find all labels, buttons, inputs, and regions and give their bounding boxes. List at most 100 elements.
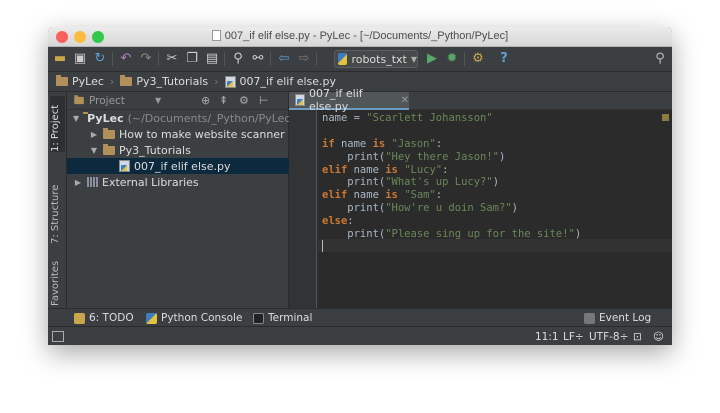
open-folder-icon[interactable]: ▬ — [52, 51, 68, 67]
code-token: : — [435, 137, 443, 150]
code-token: print( — [322, 176, 386, 189]
breadcrumb-item-project[interactable]: PyLec — [56, 75, 104, 88]
back-icon[interactable]: ⇦ — [276, 51, 292, 67]
tab-007-if-elif-else[interactable]: 007_if elif else.py ✕ — [289, 87, 409, 113]
search-icon[interactable]: ⚲ — [652, 51, 668, 67]
chevron-down-icon: ▼ — [410, 54, 417, 64]
code-token: : — [442, 163, 449, 176]
terminal-icon — [253, 312, 264, 324]
locate-icon[interactable]: ⊕ — [201, 94, 210, 107]
project-panel-header: Project ▼ ⊕ ⇞ ⚙ ⊢ — [67, 92, 288, 110]
breadcrumb-item-folder[interactable]: Py3_Tutorials — [120, 75, 208, 88]
find-icon[interactable]: ⚲ — [230, 51, 246, 67]
collapse-icon[interactable]: ⇞ — [219, 94, 228, 107]
copy-icon[interactable]: ❐ — [184, 51, 200, 67]
tree-item-folder[interactable]: ▼ Py3_Tutorials — [67, 142, 289, 158]
status-bar: 11:1 LF÷ UTF-8÷ ⊡ ☺ — [48, 326, 672, 345]
todo-button[interactable]: 6: TODO — [74, 312, 134, 324]
code-line[interactable] — [322, 125, 662, 138]
sync-icon[interactable]: ↻ — [92, 51, 108, 67]
tree-item-libraries[interactable]: ▶ External Libraries — [67, 174, 289, 190]
close-icon[interactable]: ✕ — [401, 95, 409, 106]
replace-icon[interactable]: ⚯ — [250, 51, 266, 67]
code-token: : — [347, 215, 354, 228]
code-line[interactable]: print("Hey there Jason!") — [322, 151, 662, 164]
tab-favorites[interactable]: Favorites — [50, 260, 61, 306]
code-token: "Scarlett Johansson" — [366, 112, 493, 124]
tree-item-project-root[interactable]: ▼ PyLec (~/Documents/_Python/PyLec) — [67, 110, 295, 126]
code-line[interactable] — [322, 241, 662, 254]
code-token: is — [372, 137, 392, 150]
file-encoding[interactable]: UTF-8÷ — [589, 331, 628, 343]
lock-icon[interactable]: ⊡ — [633, 331, 642, 343]
code-line[interactable]: print("What's up Lucy?") — [322, 176, 662, 189]
code-token: name = — [322, 112, 367, 124]
code-area[interactable]: name = "Scarlett Johansson" if name is "J… — [322, 112, 662, 254]
code-editor[interactable]: 007_if elif else.py ✕ name = "Scarlett J… — [289, 87, 672, 308]
caret-position[interactable]: 11:1 — [535, 331, 559, 343]
library-icon — [87, 177, 98, 187]
toggle-tool-windows-icon[interactable] — [52, 331, 64, 342]
editor-tab-bar: 007_if elif else.py ✕ — [289, 87, 672, 113]
code-line[interactable]: if name is "Jason": — [322, 138, 662, 151]
file-icon — [211, 30, 221, 41]
gear-icon[interactable]: ⚙ — [239, 94, 249, 107]
chevron-down-icon[interactable]: ▼ — [155, 96, 161, 105]
code-line[interactable]: elif name is "Sam": — [322, 189, 662, 202]
inspector-icon[interactable]: ☺ — [653, 331, 664, 343]
code-token: ) — [511, 202, 518, 215]
code-token: elif — [322, 189, 354, 202]
python-console-button[interactable]: Python Console — [146, 312, 242, 324]
help-icon[interactable]: ? — [496, 51, 512, 67]
expanded-arrow-icon: ▼ — [90, 145, 98, 155]
folder-icon — [103, 127, 115, 139]
debug-icon[interactable]: ✹ — [444, 51, 460, 67]
code-line[interactable]: name = "Scarlett Johansson" — [322, 112, 662, 125]
hide-panel-icon[interactable]: ⊢ — [259, 94, 269, 107]
run-icon[interactable]: ▶ — [424, 51, 440, 67]
code-token: print( — [322, 150, 386, 163]
python-file-icon — [119, 160, 130, 172]
code-token: : — [435, 189, 443, 202]
code-token: if — [322, 137, 341, 150]
todo-icon — [74, 312, 85, 324]
event-log-button[interactable]: Event Log — [584, 312, 651, 324]
terminal-button[interactable]: Terminal — [253, 312, 312, 324]
redo-icon[interactable]: ↷ — [138, 51, 154, 67]
code-line[interactable]: elif name is "Lucy": — [322, 164, 662, 177]
code-line[interactable]: print("How're u doin Sam?") — [322, 202, 662, 215]
title-bar: 007_if elif else.py - PyLec - [~/Documen… — [48, 27, 672, 47]
code-token: ) — [492, 176, 500, 189]
paste-icon[interactable]: ▤ — [204, 51, 220, 67]
tree-item-folder[interactable]: ▶ How to make website scanner — [67, 126, 289, 142]
code-token: "Please sing up for the site!" — [385, 228, 575, 241]
text-cursor — [322, 240, 323, 252]
code-line[interactable]: else: — [322, 215, 662, 228]
left-tool-strip: 1: Project 7: Structure Favorites — [48, 92, 67, 308]
save-icon[interactable]: ▣ — [72, 51, 88, 67]
undo-icon[interactable]: ↶ — [118, 51, 134, 67]
settings-icon[interactable]: ⚙ — [470, 51, 486, 67]
expanded-arrow-icon: ▼ — [73, 113, 80, 123]
code-token: "What's up Lucy?" — [385, 176, 493, 189]
code-line[interactable]: print("Please sing up for the site!") — [322, 228, 662, 241]
analysis-status-icon[interactable] — [662, 114, 669, 121]
cut-icon[interactable]: ✂ — [164, 51, 180, 67]
line-separator[interactable]: LF÷ — [563, 331, 584, 343]
toolbar-separator — [464, 52, 465, 66]
code-token: name — [353, 189, 386, 202]
project-panel: Project ▼ ⊕ ⇞ ⚙ ⊢ ▼ PyLec (~/Documents/_… — [67, 92, 295, 308]
toolbar-separator — [158, 52, 159, 66]
folder-icon — [120, 75, 133, 86]
tab-project[interactable]: 1: Project — [50, 96, 65, 152]
forward-icon[interactable]: ⇨ — [296, 51, 312, 67]
tab-structure[interactable]: 7: Structure — [50, 174, 61, 244]
python-icon — [338, 53, 348, 65]
tree-item-file[interactable]: 007_if elif else.py — [67, 158, 289, 174]
toolbar-separator — [224, 52, 225, 66]
run-configuration-select[interactable]: robots_txt ▼ — [334, 50, 418, 68]
line-gutter[interactable] — [289, 110, 317, 308]
folder-icon — [56, 75, 68, 86]
python-file-icon — [295, 94, 305, 106]
python-file-icon — [224, 75, 236, 88]
